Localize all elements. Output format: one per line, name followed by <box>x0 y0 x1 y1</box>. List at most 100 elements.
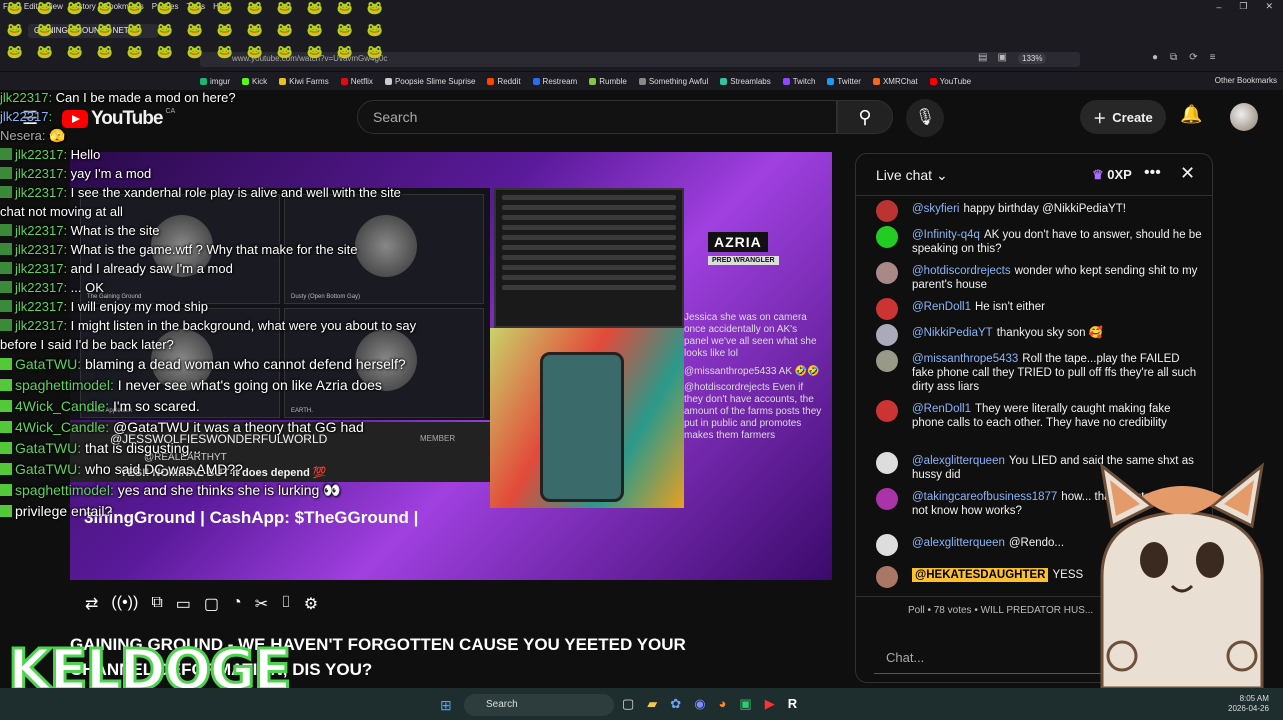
menu-icon[interactable]: ≡ <box>1210 52 1216 63</box>
pip-icon[interactable]: ⧉ <box>151 594 162 614</box>
chat-author[interactable]: @Infinity-q4q <box>912 229 980 241</box>
chat-avatar[interactable] <box>876 350 898 372</box>
bookmark-item[interactable]: Twitch <box>782 77 815 86</box>
chat-avatar[interactable] <box>876 262 898 284</box>
bookmark-item[interactable]: YouTube <box>929 77 971 86</box>
close-icon[interactable]: ✕ <box>1180 163 1195 184</box>
menu-item-tools[interactable]: Tools <box>186 2 205 11</box>
browser-tab[interactable]: GAINING GROUND - NET... <box>28 24 158 38</box>
chat-author[interactable]: @takingcareofbusiness1877 <box>912 491 1057 503</box>
bookmark-item[interactable]: Poopsie Slime Suprise <box>384 77 475 86</box>
speed-icon[interactable]: ◔ <box>232 594 242 614</box>
sync-icon[interactable]: ⟳ <box>1189 52 1197 63</box>
chat-author[interactable]: @hotdiscordrejects <box>912 265 1011 277</box>
bookmark-item[interactable]: Twitter <box>827 77 861 86</box>
windows-start-icon[interactable]: ⊞ <box>440 697 452 714</box>
chat-text: He isn't either <box>974 301 1045 313</box>
account-avatar[interactable] <box>1230 103 1258 131</box>
tab-strip <box>0 13 1283 47</box>
youtube-app-icon[interactable]: ▶ <box>765 696 775 712</box>
chat-author[interactable]: @RenDoll1 <box>912 403 971 415</box>
bookmark-item[interactable]: Something Awful <box>638 77 708 86</box>
bookmark-item[interactable]: Kick <box>242 77 267 86</box>
overlay-chat-author: jlk22317 <box>15 280 64 295</box>
discord-icon[interactable]: ◉ <box>694 696 705 712</box>
file-explorer-icon[interactable]: ▰ <box>647 696 657 712</box>
more-options-icon[interactable]: ••• <box>1144 164 1161 182</box>
video-controls: ⇄ ((•)) ⧉ ▭ ▢ ◔ ✂ ⌷ ⚙ <box>85 594 318 614</box>
subtitles-icon[interactable]: ▭ <box>176 594 191 614</box>
search-button[interactable]: ⚲ <box>837 100 893 134</box>
bookmark-item[interactable]: XMRChat <box>872 77 918 86</box>
bookmark-item[interactable]: Rumble <box>589 77 627 86</box>
xp-badge[interactable]: ♛ 0XP <box>1092 167 1132 183</box>
minimize-button[interactable]: – <box>1216 2 1221 12</box>
create-button[interactable]: ＋ Create <box>1080 100 1166 134</box>
menu-item-profiles[interactable]: Profiles <box>152 2 179 11</box>
chat-avatar[interactable] <box>876 566 898 588</box>
firefox-icon[interactable]: ◕ <box>719 696 727 712</box>
task-view-icon[interactable]: ▢ <box>622 696 634 712</box>
chat-author[interactable]: @skyfieri <box>912 203 959 215</box>
notifications-bell-icon[interactable]: 🔔 <box>1180 104 1202 125</box>
url-bar[interactable]: www.youtube.com/watch?v=UvavmGw4g0c <box>200 52 1080 67</box>
chat-author[interactable]: @NikkiPediaYT <box>912 327 993 339</box>
other-bookmarks[interactable]: Other Bookmarks <box>1215 76 1277 85</box>
chat-author[interactable]: @alexglitterqueen <box>912 455 1005 467</box>
camera-icon[interactable]: ⌷ <box>281 594 291 614</box>
chat-avatar[interactable] <box>876 488 898 510</box>
overlay-chat-author: jlk22317 <box>15 166 64 181</box>
chat-avatar[interactable] <box>876 452 898 474</box>
r-app-icon[interactable]: R <box>788 696 797 712</box>
chat-avatar[interactable] <box>876 298 898 320</box>
chat-avatar[interactable] <box>876 324 898 346</box>
clip-icon[interactable]: ✂ <box>255 594 268 614</box>
puzzle-icon[interactable]: ⧉ <box>1170 52 1177 63</box>
chat-author[interactable]: @alexglitterqueen <box>912 537 1005 549</box>
menu-item-bookmarks[interactable]: Bookmarks <box>104 2 144 11</box>
overlay-chat-line: jlk22317: What is the site <box>0 221 440 240</box>
bookmark-item[interactable]: Kiwi Farms <box>279 77 329 86</box>
chat-message-body: @RenDoll1 They were literally caught maki… <box>912 402 1202 430</box>
theater-icon[interactable]: ▢ <box>204 594 219 614</box>
loop-icon[interactable]: ⇄ <box>85 594 98 614</box>
chat-avatar[interactable] <box>876 200 898 222</box>
settings-gear-icon[interactable]: ⚙ <box>304 594 318 614</box>
kick-badge-icon <box>0 358 12 370</box>
live-chat-title[interactable]: Live chat ⌄ <box>876 167 948 184</box>
bookmark-item[interactable]: Reddit <box>487 77 521 86</box>
screenshot-icon[interactable]: ▣ <box>997 52 1006 63</box>
close-window-button[interactable]: ✕ <box>1265 1 1273 12</box>
taskbar-search[interactable]: Search <box>464 694 614 716</box>
menu-item-history[interactable]: History <box>71 2 96 11</box>
bookmark-label: Netflix <box>350 76 373 86</box>
menu-item-view[interactable]: View <box>46 2 63 11</box>
bookmark-item[interactable]: Streamlabs <box>720 77 771 86</box>
chat-author[interactable]: @HEKATESDAUGHTER <box>912 568 1049 582</box>
copilot-icon[interactable]: ✿ <box>670 696 681 712</box>
chat-avatar[interactable] <box>876 534 898 556</box>
chat-message-body: @skyfieri happy birthday @NikkiPediaYT! <box>912 202 1202 216</box>
bookmark-item[interactable]: Netflix <box>340 76 373 86</box>
xbox-app-icon[interactable]: ▣ <box>739 696 751 712</box>
chat-avatar[interactable] <box>876 400 898 422</box>
chat-author[interactable]: @missanthrope5433 <box>912 353 1018 365</box>
maximize-button[interactable]: ❐ <box>1239 1 1247 12</box>
zoom-indicator[interactable]: 133% <box>1018 53 1047 64</box>
live-icon[interactable]: ((•)) <box>111 594 138 614</box>
bookmark-item[interactable]: imgur <box>200 77 230 86</box>
chat-author[interactable]: @RenDoll1 <box>912 301 971 313</box>
mod-badge-icon <box>0 281 12 293</box>
mod-badge-icon <box>0 300 12 312</box>
reader-icon[interactable]: ▤ <box>978 52 987 63</box>
overlay-chat-author: jlk22317 <box>15 185 64 200</box>
menu-item-file[interactable]: File <box>3 2 16 11</box>
extension-icon[interactable]: ● <box>1152 52 1158 63</box>
menu-item-edit[interactable]: Edit <box>24 2 38 11</box>
chat-avatar[interactable] <box>876 226 898 248</box>
voice-search-button[interactable]: 🎙 <box>906 99 944 137</box>
overlay-chat-line: spaghettimodel: yes and she thinks she i… <box>0 480 440 501</box>
menu-item-help[interactable]: Help <box>213 2 229 11</box>
bookmark-item[interactable]: Restream <box>532 77 577 86</box>
bookmark-icon <box>487 77 495 85</box>
